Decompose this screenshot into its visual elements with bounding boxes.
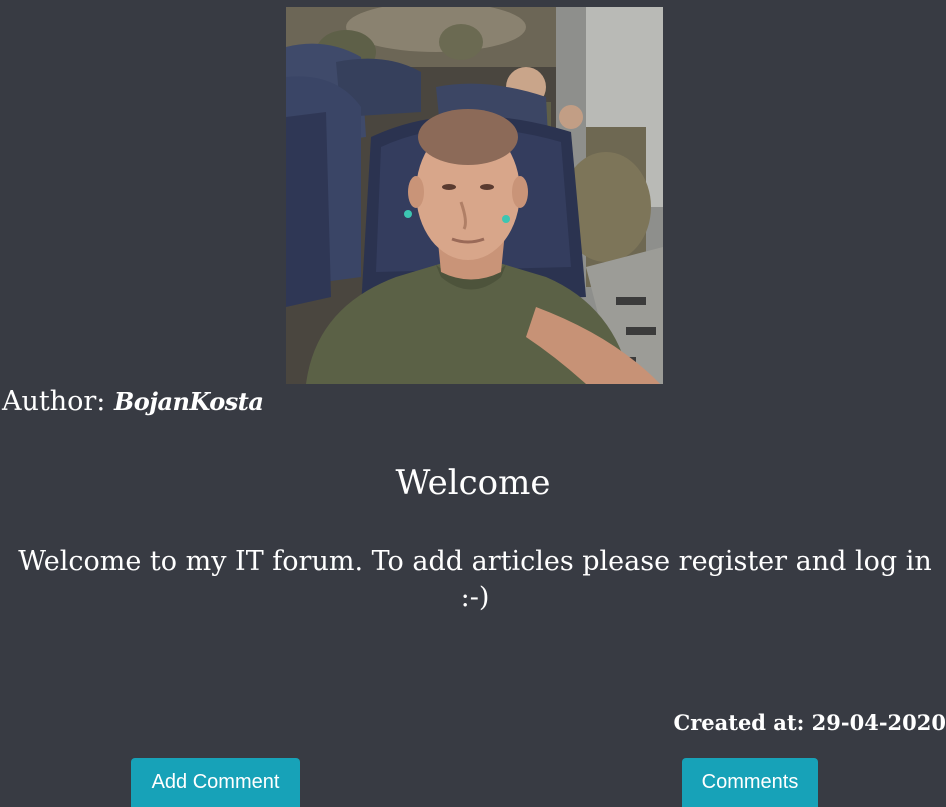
author-line: Author: BojanKosta <box>2 384 264 420</box>
post-title: Welcome <box>395 463 551 503</box>
post-body: Welcome to my IT forum. To add articles … <box>18 546 932 613</box>
created-at: Created at: 29-04-2020 <box>674 708 946 738</box>
author-photo-image <box>286 7 663 384</box>
comments-button[interactable]: Comments <box>682 758 818 807</box>
author-label: Author: <box>2 386 114 417</box>
created-date: 29-04-2020 <box>811 710 946 735</box>
author-name: BojanKosta <box>113 387 264 416</box>
created-label: Created at: <box>673 710 812 735</box>
author-photo <box>286 7 663 384</box>
add-comment-button[interactable]: Add Comment <box>131 758 300 807</box>
